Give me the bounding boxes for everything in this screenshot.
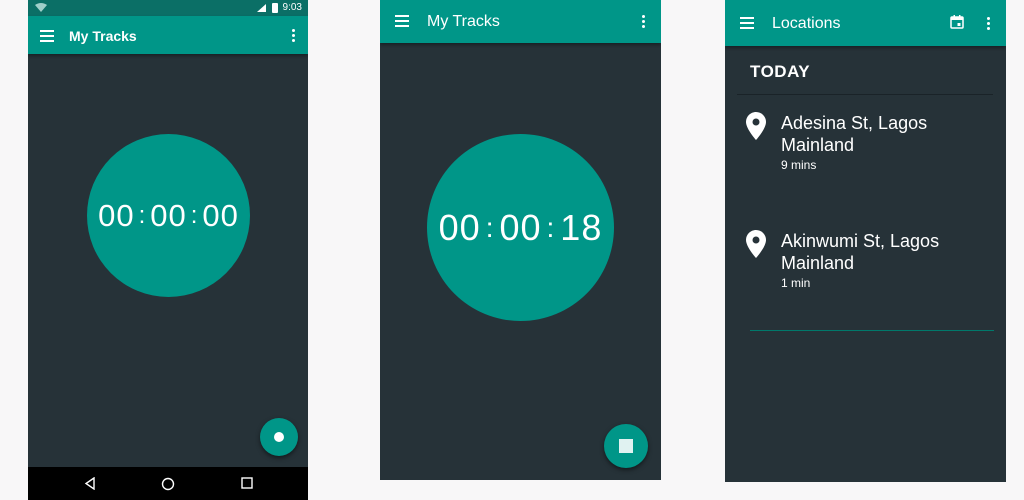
section-header-today: TODAY [750, 62, 811, 81]
location-pin-icon [746, 112, 766, 140]
recents-icon[interactable] [241, 477, 253, 489]
timer-seconds: 18 [560, 206, 603, 248]
toolbar-title: My Tracks [427, 13, 500, 30]
app-toolbar: My Tracks [380, 0, 661, 43]
divider [737, 94, 993, 95]
toolbar-title: My Tracks [69, 28, 137, 44]
menu-icon[interactable] [40, 30, 54, 42]
timer-separator: : [138, 201, 147, 229]
divider [750, 330, 994, 331]
record-icon [274, 432, 284, 442]
stop-button[interactable] [604, 424, 648, 468]
status-time: 9:03 [282, 2, 302, 13]
timer-separator: : [546, 211, 556, 243]
phone-screen-my-tracks-recording: My Tracks 00 : 00 : 18 [380, 0, 661, 480]
app-toolbar: Locations [725, 0, 1006, 46]
timer-minutes: 00 [150, 197, 187, 233]
system-nav-bar [28, 467, 308, 500]
timer-hours: 00 [98, 197, 135, 233]
menu-icon[interactable] [395, 15, 409, 27]
overflow-menu-icon[interactable] [987, 17, 991, 31]
timer-hours: 00 [438, 206, 481, 248]
wifi-icon [35, 3, 47, 12]
home-icon[interactable] [161, 477, 175, 491]
location-pin-icon [746, 230, 766, 258]
timer-minutes: 00 [499, 206, 542, 248]
app-toolbar: My Tracks [28, 16, 308, 54]
timer-separator: : [190, 201, 199, 229]
location-duration: 9 mins [781, 158, 817, 172]
signal-icon [257, 4, 266, 12]
menu-icon[interactable] [740, 17, 754, 29]
phone-screen-my-tracks-idle: 9:03 My Tracks 00 : 00 : 00 [28, 0, 308, 500]
record-button[interactable] [260, 418, 298, 456]
timer-separator: : [485, 211, 495, 243]
stop-icon [619, 439, 633, 453]
phone-screen-locations: Locations TODAY Adesina St, Lagos Mainla… [725, 0, 1006, 482]
timer-display: 00 : 00 : 00 [87, 134, 250, 297]
battery-icon [272, 3, 278, 13]
back-icon[interactable] [84, 477, 96, 490]
status-bar: 9:03 [28, 0, 308, 16]
overflow-menu-icon[interactable] [292, 29, 296, 43]
location-name: Adesina St, Lagos Mainland [781, 113, 928, 155]
timer-seconds: 00 [202, 197, 239, 233]
location-name: Akinwumi St, Lagos Mainland [781, 231, 940, 273]
location-duration: 1 min [781, 276, 811, 290]
toolbar-title: Locations [772, 15, 841, 32]
timer-display: 00 : 00 : 18 [427, 134, 614, 321]
overflow-menu-icon[interactable] [642, 15, 646, 29]
calendar-icon[interactable] [950, 15, 964, 29]
